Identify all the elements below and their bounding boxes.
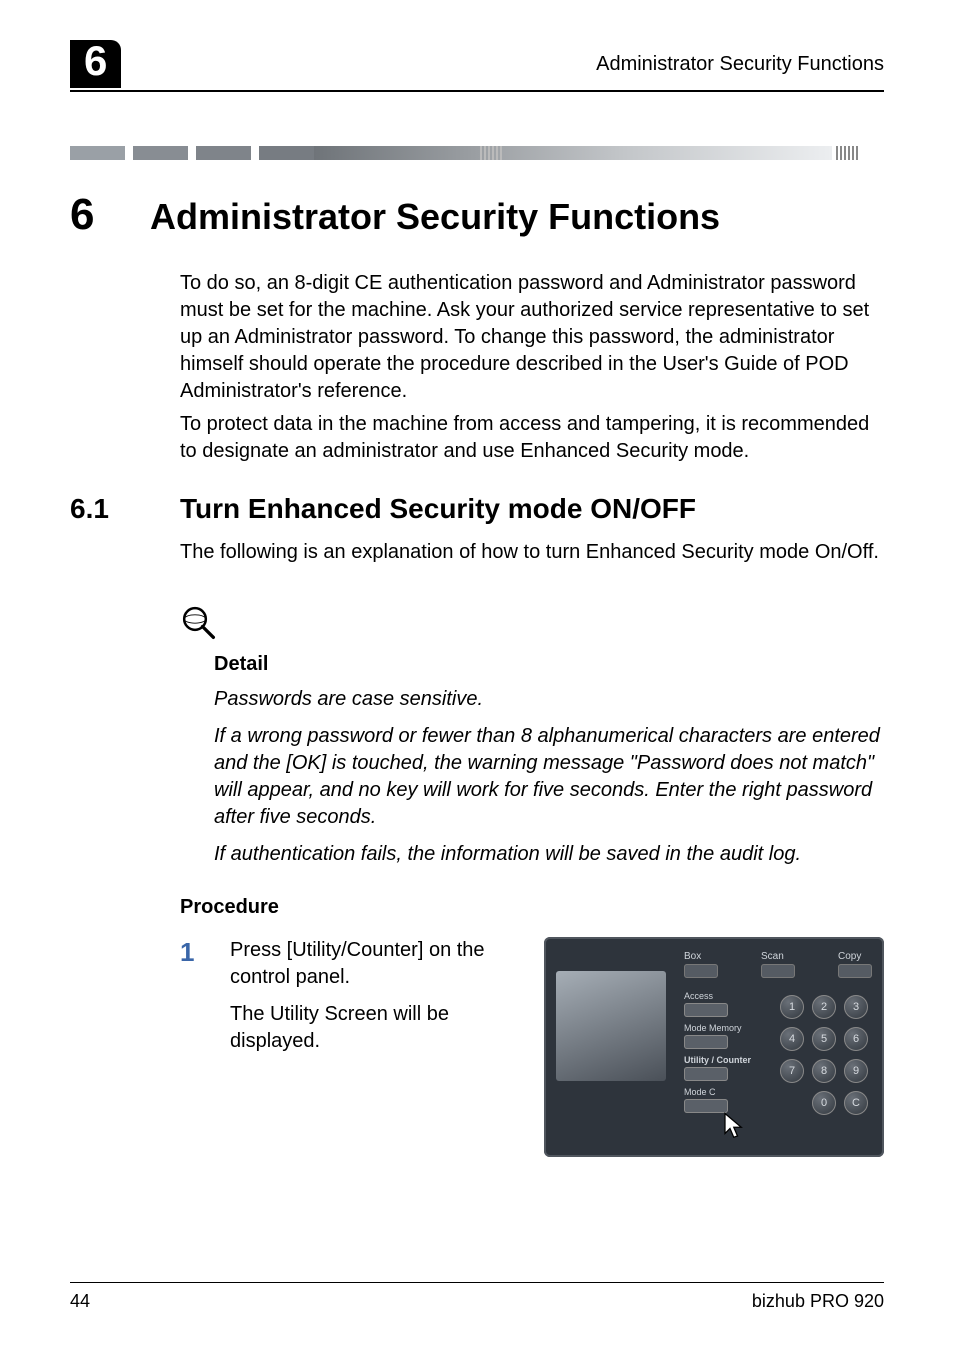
step-1-result: The Utility Screen will be displayed.: [230, 1001, 514, 1055]
control-panel-illustration: Box Scan Copy Access: [544, 937, 884, 1157]
chapter-badge: 6: [70, 40, 121, 88]
mode-c-label: Mode C: [684, 1087, 751, 1097]
utility-counter-button[interactable]: [684, 1067, 728, 1081]
key-7[interactable]: 7: [780, 1059, 804, 1083]
section-lead: The following is an explanation of how t…: [180, 539, 884, 566]
key-5[interactable]: 5: [812, 1027, 836, 1051]
key-c[interactable]: C: [844, 1091, 868, 1115]
mode-copy-label: Copy: [838, 951, 872, 962]
chapter-number: 6: [70, 190, 150, 240]
page-number: 44: [70, 1291, 90, 1312]
mode-box-group: Box: [684, 951, 718, 978]
mode-copy-button[interactable]: [838, 964, 872, 978]
product-name: bizhub PRO 920: [752, 1291, 884, 1312]
magnifier-icon: [180, 604, 220, 644]
mode-scan-button[interactable]: [761, 964, 795, 978]
key-3[interactable]: 3: [844, 995, 868, 1019]
key-0[interactable]: 0: [812, 1091, 836, 1115]
access-button[interactable]: [684, 1003, 728, 1017]
key-2[interactable]: 2: [812, 995, 836, 1019]
access-label: Access: [684, 991, 751, 1001]
intro-paragraph-1: To do so, an 8-digit CE authentication p…: [180, 270, 884, 405]
key-1[interactable]: 1: [780, 995, 804, 1019]
section-number: 6.1: [70, 493, 180, 525]
detail-heading: Detail: [214, 653, 884, 676]
pointer-cursor-icon: [722, 1111, 748, 1141]
detail-note-1: Passwords are case sensitive.: [214, 686, 884, 713]
detail-note-3: If authentication fails, the information…: [214, 841, 884, 868]
chapter-title: Administrator Security Functions: [150, 197, 720, 237]
utility-counter-label: Utility / Counter: [684, 1055, 751, 1065]
key-8[interactable]: 8: [812, 1059, 836, 1083]
numeric-keypad: 1 2 3 4 5 6 7 8 9 0 C: [780, 995, 868, 1115]
mode-box-button[interactable]: [684, 964, 718, 978]
key-6[interactable]: 6: [844, 1027, 868, 1051]
detail-note-2: If a wrong password or fewer than 8 alph…: [214, 723, 884, 831]
mode-scan-label: Scan: [761, 951, 795, 962]
step-1-text: Press [Utility/Counter] on the control p…: [230, 937, 514, 991]
step-number-1: 1: [180, 937, 210, 1157]
intro-paragraph-2: To protect data in the machine from acce…: [180, 411, 884, 465]
mode-box-label: Box: [684, 951, 718, 962]
running-header-title: Administrator Security Functions: [596, 53, 884, 76]
key-4[interactable]: 4: [780, 1027, 804, 1051]
mode-scan-group: Scan: [761, 951, 795, 978]
mode-memory-button[interactable]: [684, 1035, 728, 1049]
mode-memory-label: Mode Memory: [684, 1023, 751, 1033]
section-divider-bar: [70, 142, 884, 160]
procedure-heading: Procedure: [180, 896, 884, 919]
panel-lcd-screen: [556, 971, 666, 1081]
mode-copy-group: Copy: [838, 951, 872, 978]
key-9[interactable]: 9: [844, 1059, 868, 1083]
section-title: Turn Enhanced Security mode ON/OFF: [180, 493, 696, 525]
